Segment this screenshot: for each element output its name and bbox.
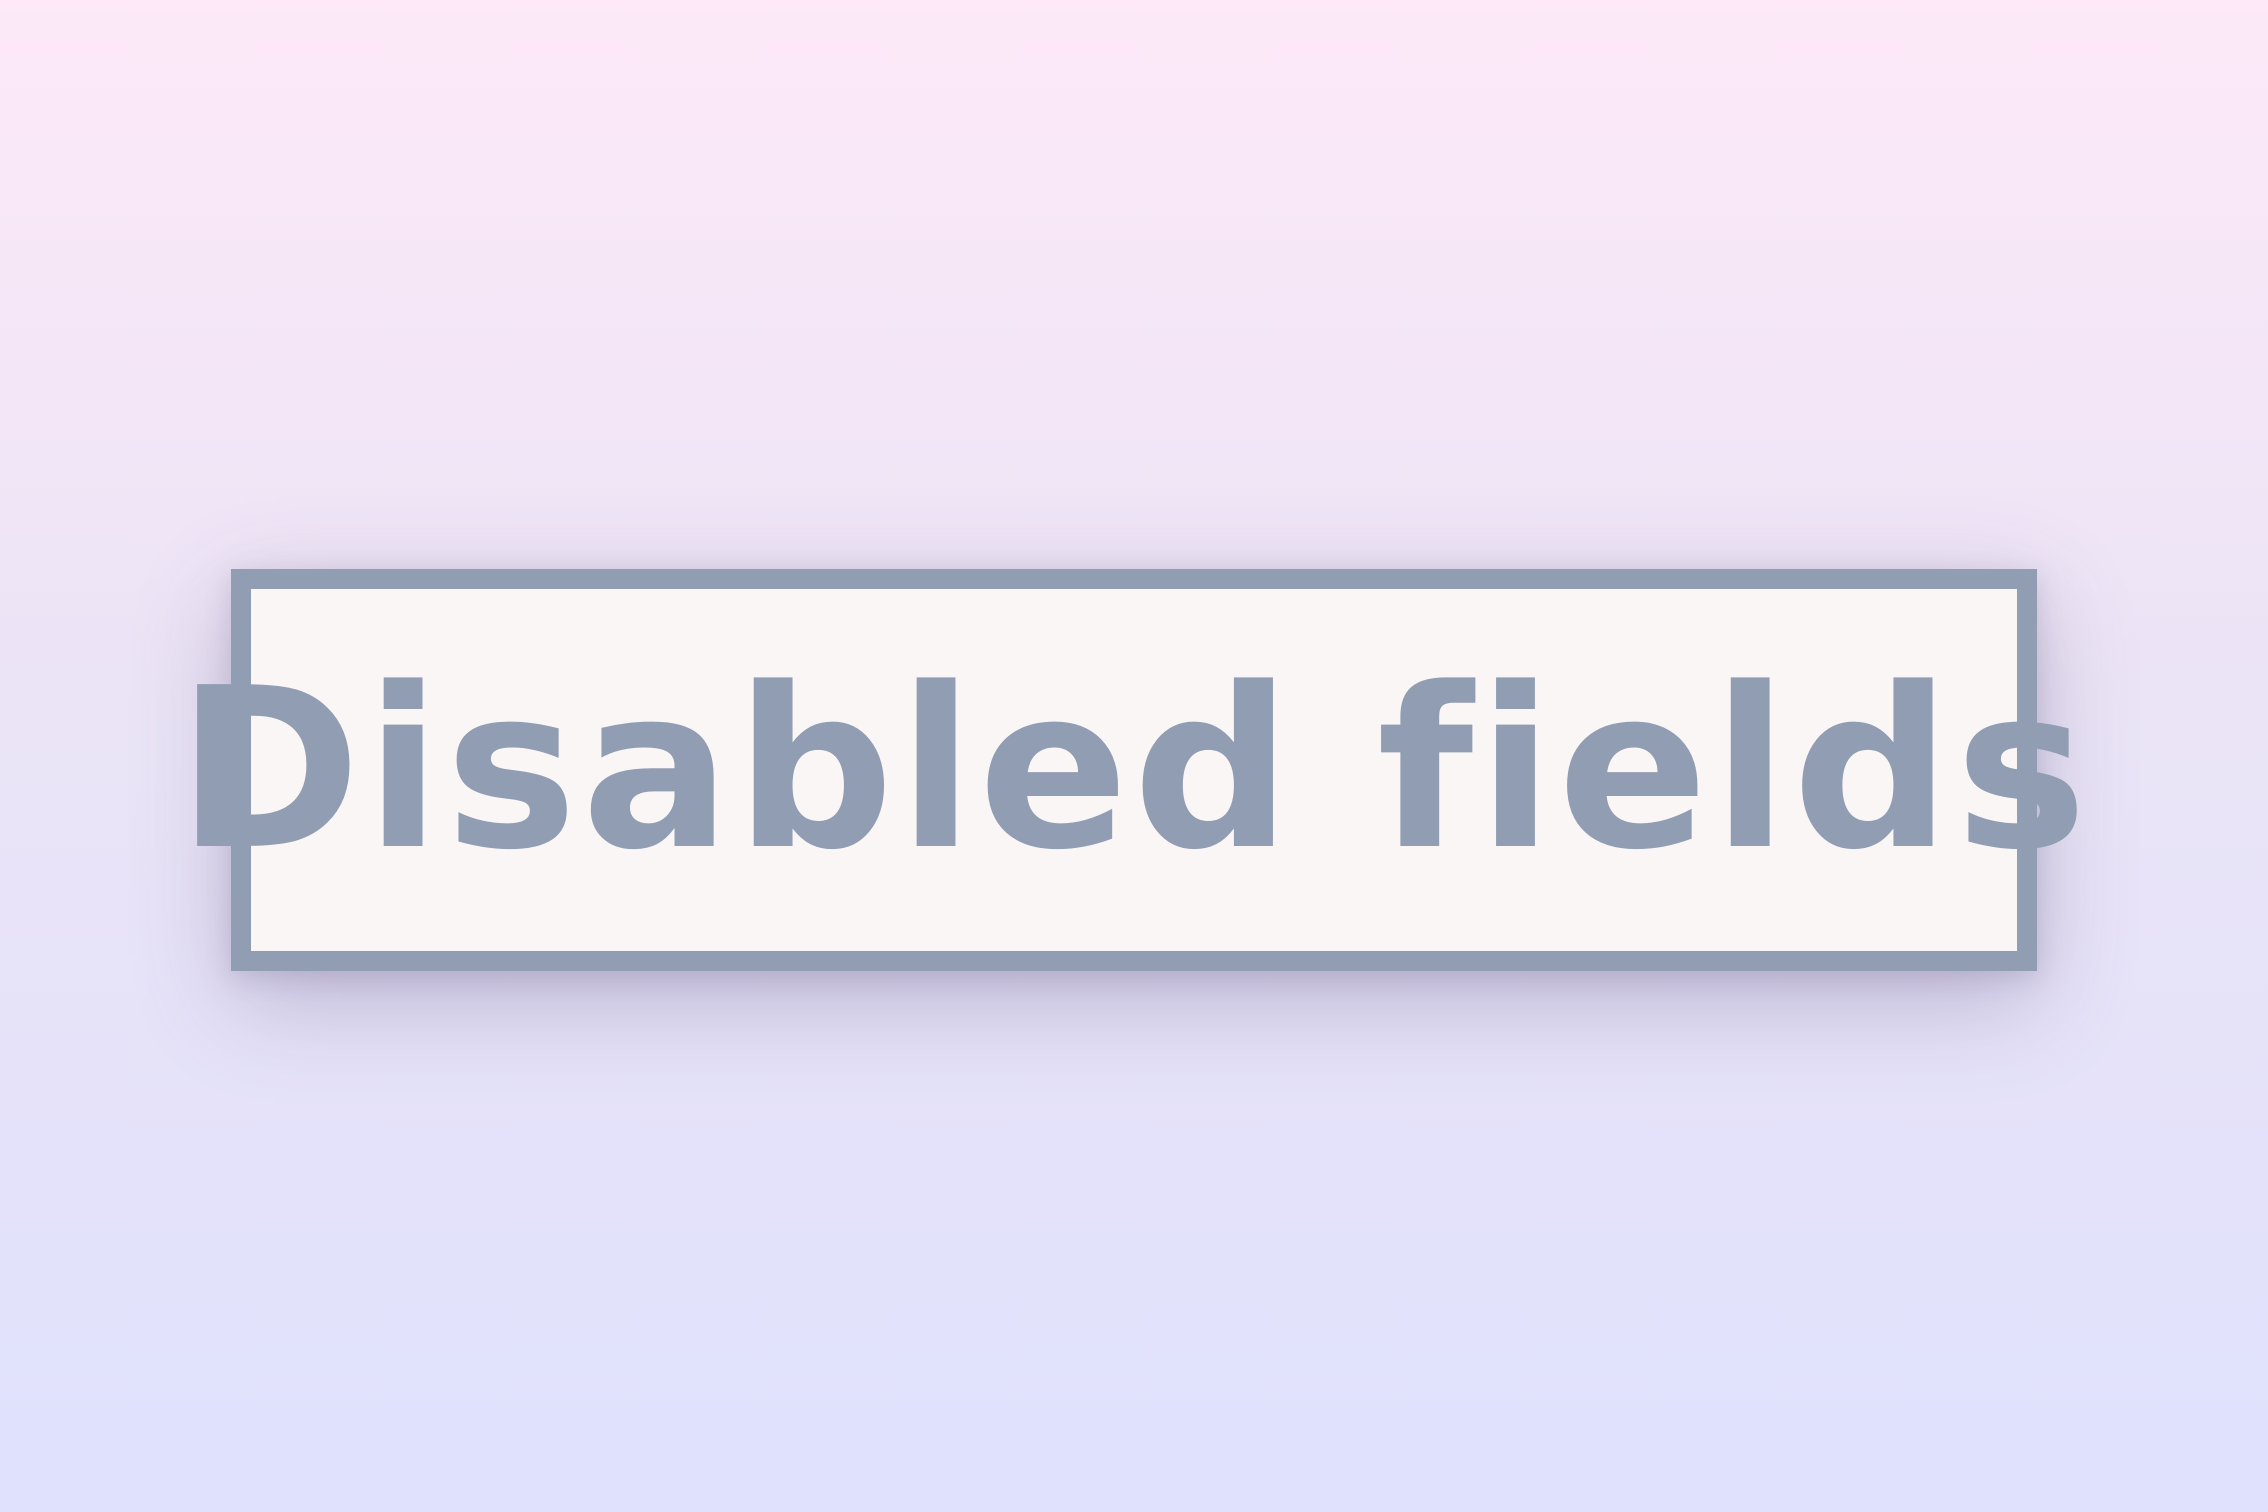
disabled-field: Disabled fields <box>177 569 2087 971</box>
disabled-field-label: Disabled fields <box>176 641 2092 899</box>
